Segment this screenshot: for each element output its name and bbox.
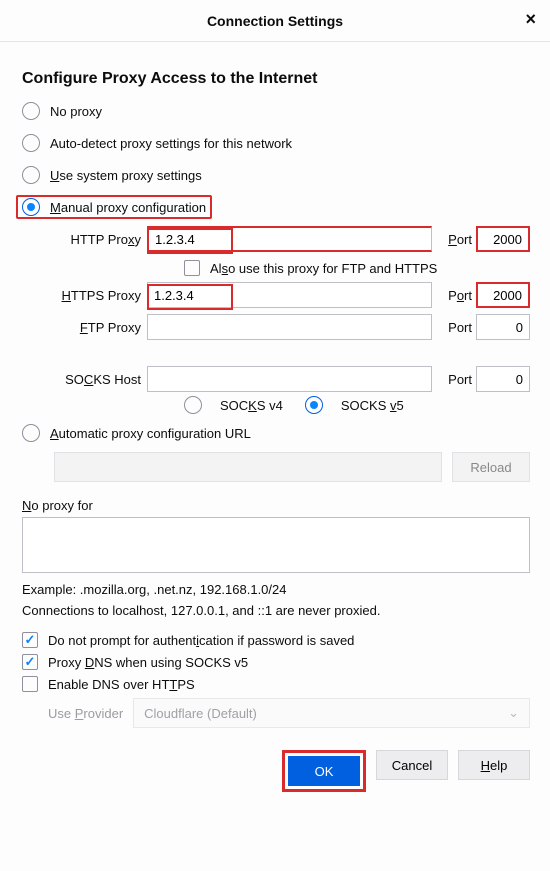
dialog-content: Configure Proxy Access to the Internet N… [0, 42, 550, 806]
use-for-all-label: Also use this proxy for FTP and HTTPS [210, 261, 437, 276]
checkbox-icon-checked [22, 654, 38, 670]
ftp-port-label: Port [432, 320, 476, 335]
reload-button: Reload [452, 452, 530, 482]
ok-button-highlight: OK [282, 750, 366, 792]
cancel-button[interactable]: Cancel [376, 750, 448, 780]
close-icon[interactable]: × [525, 10, 536, 28]
radio-system-proxy-row[interactable]: Use system proxy settings [22, 162, 530, 188]
https-proxy-label: HTTPS Proxy [54, 288, 147, 303]
radio-no-proxy-row[interactable]: No proxy [22, 98, 530, 124]
no-proxy-for-label: No proxy for [22, 498, 530, 513]
socks-v5-label: SOCKS v5 [341, 398, 404, 413]
socks-host-label: SOCKS Host [54, 372, 147, 387]
socks-host-input[interactable] [147, 366, 432, 392]
https-port-input[interactable] [476, 282, 530, 308]
socks-version-row: SOCKS v4 SOCKS v5 [184, 396, 530, 414]
dialog-titlebar: Connection Settings × [0, 0, 550, 42]
manual-proxy-highlight: Manual proxy configuration [16, 195, 212, 219]
ok-button[interactable]: OK [288, 756, 360, 786]
section-heading: Configure Proxy Access to the Internet [22, 70, 530, 88]
proxy-dns-socks5-row[interactable]: Proxy DNS when using SOCKS v5 [22, 654, 530, 670]
checkbox-icon [22, 676, 38, 692]
help-button[interactable]: Help [458, 750, 530, 780]
checkbox-icon-checked [22, 632, 38, 648]
cancel-button-label: Cancel [392, 758, 432, 773]
https-proxy-row: HTTPS Proxy Port [54, 282, 530, 308]
no-proxy-for-textarea[interactable] [22, 517, 530, 573]
ok-button-label: OK [315, 764, 334, 779]
use-for-all-row[interactable]: Also use this proxy for FTP and HTTPS [184, 260, 530, 276]
doh-provider-row: Use Provider Cloudflare (Default) ⌄ [48, 698, 530, 728]
socks-port-input[interactable] [476, 366, 530, 392]
ftp-port-input[interactable] [476, 314, 530, 340]
help-button-label: Help [481, 758, 508, 773]
dialog-button-row: OK Cancel Help [22, 750, 530, 792]
doh-provider-label: Use Provider [48, 706, 123, 721]
http-port-input[interactable] [476, 226, 530, 252]
doh-provider-value: Cloudflare (Default) [144, 706, 257, 721]
radio-icon-selected [22, 198, 40, 216]
radio-socks-v5[interactable] [305, 396, 323, 414]
ftp-proxy-label: FTP Proxy [54, 320, 147, 335]
http-port-label: Port [432, 232, 476, 247]
http-proxy-row: HTTP Proxy Port [54, 226, 530, 252]
dialog-title: Connection Settings [207, 13, 343, 29]
http-proxy-input[interactable] [147, 226, 432, 252]
radio-icon [22, 424, 40, 442]
pac-url-input [54, 452, 442, 482]
reload-button-label: Reload [470, 460, 511, 475]
ftp-proxy-input[interactable] [147, 314, 432, 340]
no-prompt-auth-row[interactable]: Do not prompt for authentication if pass… [22, 632, 530, 648]
socks-v4-label: SOCKS v4 [220, 398, 283, 413]
radio-pac-row[interactable]: Automatic proxy configuration URL [22, 420, 530, 446]
radio-system-proxy-label: Use system proxy settings [50, 168, 202, 183]
enable-doh-label: Enable DNS over HTTPS [48, 677, 195, 692]
radio-icon [22, 166, 40, 184]
chevron-down-icon: ⌄ [508, 705, 519, 721]
ftp-proxy-row: FTP Proxy Port [54, 314, 530, 340]
radio-pac-label: Automatic proxy configuration URL [50, 426, 251, 441]
radio-auto-detect-label: Auto-detect proxy settings for this netw… [50, 136, 292, 151]
no-proxy-example: Example: .mozilla.org, .net.nz, 192.168.… [22, 582, 530, 597]
no-prompt-auth-label: Do not prompt for authentication if pass… [48, 633, 354, 648]
localhost-note: Connections to localhost, 127.0.0.1, and… [22, 603, 530, 618]
checkbox-icon [184, 260, 200, 276]
socks-port-label: Port [432, 372, 476, 387]
proxy-fields: HTTP Proxy Port Also use this proxy for … [54, 226, 530, 414]
https-proxy-input[interactable] [147, 282, 432, 308]
doh-provider-select: Cloudflare (Default) ⌄ [133, 698, 530, 728]
radio-icon [22, 134, 40, 152]
proxy-dns-socks5-label: Proxy DNS when using SOCKS v5 [48, 655, 248, 670]
radio-manual-proxy-row[interactable]: Manual proxy configuration [16, 194, 530, 220]
radio-auto-detect-row[interactable]: Auto-detect proxy settings for this netw… [22, 130, 530, 156]
enable-doh-row[interactable]: Enable DNS over HTTPS [22, 676, 530, 692]
radio-socks-v4[interactable] [184, 396, 202, 414]
radio-icon [22, 102, 40, 120]
radio-no-proxy-label: No proxy [50, 104, 102, 119]
https-port-label: Port [432, 288, 476, 303]
pac-url-row: Reload [54, 452, 530, 482]
radio-manual-proxy-label: Manual proxy configuration [50, 200, 206, 215]
socks-host-row: SOCKS Host Port [54, 366, 530, 392]
http-proxy-label: HTTP Proxy [54, 232, 147, 247]
